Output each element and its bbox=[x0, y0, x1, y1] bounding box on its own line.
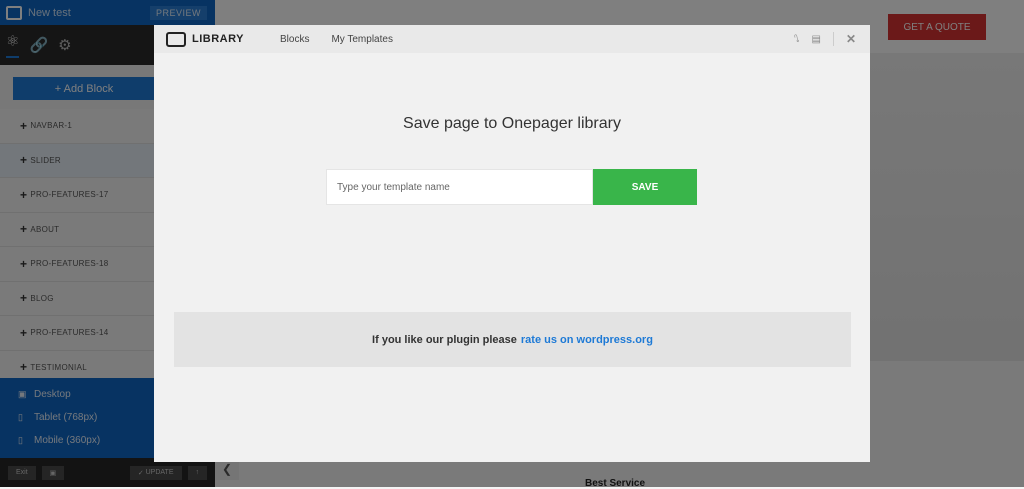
upload-icon[interactable]: ⭛ bbox=[794, 34, 799, 45]
divider bbox=[832, 32, 834, 46]
rate-link[interactable]: rate us on wordpress.org bbox=[521, 334, 653, 346]
modal-title: LIBRARY bbox=[192, 33, 244, 45]
tab-my-templates[interactable]: My Templates bbox=[331, 34, 393, 45]
close-icon[interactable]: ✕ bbox=[846, 32, 856, 46]
template-name-input[interactable] bbox=[326, 169, 593, 205]
library-modal: LIBRARY Blocks My Templates ⭛ ▤ ✕ Save p… bbox=[154, 25, 870, 462]
library-logo-icon bbox=[166, 31, 186, 47]
rate-banner: If you like our plugin please rate us on… bbox=[174, 312, 851, 367]
save-disk-icon[interactable]: ▤ bbox=[811, 34, 820, 45]
save-form: SAVE bbox=[326, 169, 697, 205]
modal-header: LIBRARY Blocks My Templates ⭛ ▤ ✕ bbox=[154, 25, 870, 53]
rate-text: If you like our plugin please bbox=[372, 333, 517, 346]
save-button[interactable]: SAVE bbox=[593, 169, 697, 205]
modal-actions: ⭛ ▤ ✕ bbox=[794, 32, 870, 46]
tab-blocks[interactable]: Blocks bbox=[280, 34, 309, 45]
save-heading: Save page to Onepager library bbox=[403, 115, 621, 132]
